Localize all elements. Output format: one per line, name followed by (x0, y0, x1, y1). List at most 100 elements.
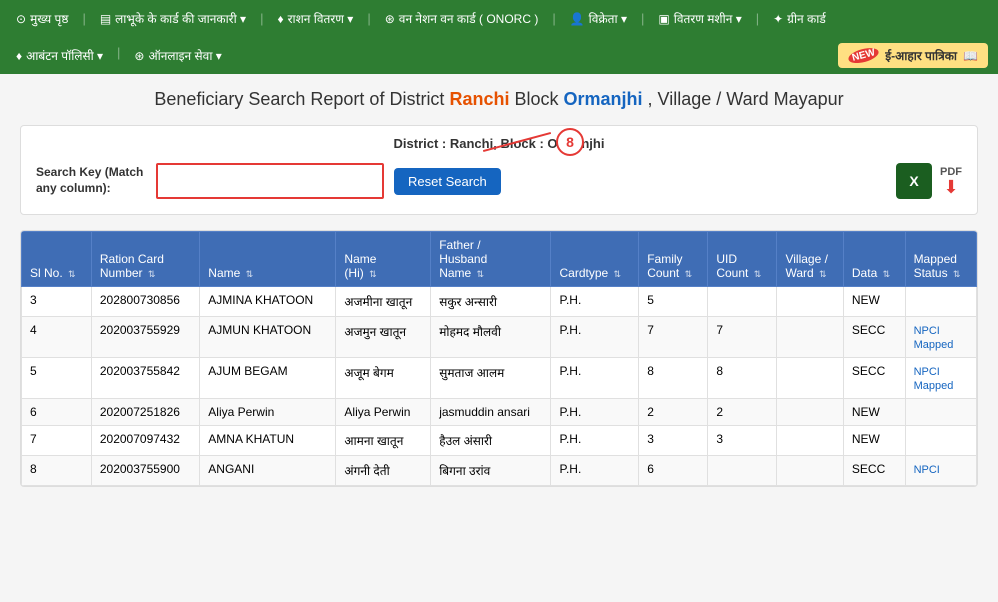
excel-export-button[interactable]: X (896, 163, 932, 199)
cell-name: AJMINA KHATOON (200, 287, 336, 317)
sort-icon[interactable]: ⇅ (754, 269, 762, 280)
cell-family_count: 3 (639, 426, 708, 456)
sort-icon[interactable]: ⇅ (819, 269, 827, 280)
cell-father_name: सुमताज आलम (431, 358, 551, 399)
sort-icon[interactable]: ⇅ (685, 269, 693, 280)
cell-village (777, 317, 843, 358)
cell-uid_count: 2 (708, 399, 777, 426)
col-village: Village /Ward ⇅ (777, 232, 843, 287)
card-icon: ▤ (100, 12, 111, 26)
cell-family_count: 6 (639, 456, 708, 486)
data-table: Sl No. ⇅ Ration CardNumber ⇅ Name ⇅ Name… (21, 231, 977, 486)
nav-ration[interactable]: ♦ राशन वितरण ▾ (271, 8, 359, 29)
sort-icon[interactable]: ⇅ (148, 269, 156, 280)
book-icon: 📖 (963, 49, 978, 63)
cell-village (777, 399, 843, 426)
table-row[interactable]: 6202007251826Aliya PerwinAliya Perwinjas… (22, 399, 977, 426)
table-row[interactable]: 4202003755929AJMUN KHATOONअजमुन खातूनमोह… (22, 317, 977, 358)
table-row[interactable]: 7202007097432AMNA KHATUNआमना खातूनहैउल अ… (22, 426, 977, 456)
cell-name: AMNA KHATUN (200, 426, 336, 456)
annotation-area: 8 (482, 128, 584, 156)
cell-father_name: सकुर अन्सारी (431, 287, 551, 317)
page-title: Beneficiary Search Report of District Ra… (20, 89, 978, 110)
cell-data: SECC (843, 317, 905, 358)
nav-separator: | (552, 11, 555, 26)
cell-father_name: मोहमद मौलवी (431, 317, 551, 358)
nav-card-info[interactable]: ▤ लाभूके के कार्ड की जानकारी ▾ (94, 8, 252, 29)
nav-separator: | (117, 45, 120, 66)
district-name: Ranchi (449, 89, 509, 109)
cell-data: SECC (843, 358, 905, 399)
cell-family_count: 5 (639, 287, 708, 317)
cell-name: AJUM BEGAM (200, 358, 336, 399)
col-mapped-status: MappedStatus ⇅ (905, 232, 976, 287)
cell-village (777, 358, 843, 399)
cell-data: NEW (843, 287, 905, 317)
col-father-name: Father /HusbandName ⇅ (431, 232, 551, 287)
col-family-count: FamilyCount ⇅ (639, 232, 708, 287)
npci-mapped-badge: NPCIMapped (914, 366, 954, 392)
cell-mapped_status: NPCIMapped (905, 317, 976, 358)
sort-icon[interactable]: ⇅ (246, 269, 254, 280)
search-input[interactable] (160, 167, 380, 195)
cell-name_hi: Aliya Perwin (336, 399, 431, 426)
cell-mapped_status (905, 399, 976, 426)
pdf-export-button[interactable]: PDF ⬇ (940, 166, 962, 196)
eaahar-button[interactable]: NEW ई-आहार पात्रिका 📖 (838, 43, 988, 68)
eaahar-label: ई-आहार पात्रिका (885, 47, 957, 64)
cell-name_hi: अजमीना खातून (336, 287, 431, 317)
cell-name_hi: अजूम बेगम (336, 358, 431, 399)
col-ration-card: Ration CardNumber ⇅ (91, 232, 199, 287)
cell-sl_no: 5 (22, 358, 92, 399)
cell-cardtype: P.H. (551, 317, 639, 358)
machine-icon: ▣ (658, 12, 669, 26)
nav-online[interactable]: ⊛ ऑनलाइन सेवा ▾ (128, 45, 227, 66)
search-input-wrapper (156, 163, 384, 199)
reset-search-button[interactable]: Reset Search (394, 168, 501, 195)
cell-family_count: 8 (639, 358, 708, 399)
cell-uid_count: 3 (708, 426, 777, 456)
nav-machine[interactable]: ▣ वितरण मशीन ▾ (652, 8, 747, 29)
cell-sl_no: 6 (22, 399, 92, 426)
annotation-circle: 8 (556, 128, 584, 156)
village-name: Mayapur (774, 89, 844, 109)
sort-icon[interactable]: ⇅ (953, 269, 961, 280)
cell-ration_card: 202007251826 (91, 399, 199, 426)
nav-home[interactable]: ⊙ मुख्य पृष्ठ (10, 8, 74, 29)
nav-separator: | (641, 11, 644, 26)
nav-policy[interactable]: ♦ आबंटन पॉलिसी ▾ (10, 45, 109, 66)
cell-name_hi: अंगनी देती (336, 456, 431, 486)
table-row[interactable]: 3202800730856AJMINA KHATOONअजमीना खातूनस… (22, 287, 977, 317)
nav-separator: | (82, 11, 85, 26)
cell-cardtype: P.H. (551, 456, 639, 486)
cell-family_count: 2 (639, 399, 708, 426)
sort-icon[interactable]: ⇅ (614, 269, 622, 280)
cell-sl_no: 3 (22, 287, 92, 317)
nav-seller[interactable]: 👤 विक्रेता ▾ (564, 8, 633, 29)
cell-cardtype: P.H. (551, 399, 639, 426)
cell-name_hi: आमना खातून (336, 426, 431, 456)
table-row[interactable]: 8202003755900ANGANIअंगनी देतीबिगना उरांव… (22, 456, 977, 486)
cell-name: Aliya Perwin (200, 399, 336, 426)
sort-icon[interactable]: ⇅ (477, 269, 485, 280)
block-name: Ormanjhi (564, 89, 643, 109)
sort-icon[interactable]: ⇅ (68, 269, 76, 280)
data-table-container: Sl No. ⇅ Ration CardNumber ⇅ Name ⇅ Name… (20, 230, 978, 487)
cell-cardtype: P.H. (551, 287, 639, 317)
nav-separator: | (260, 11, 263, 26)
cell-mapped_status (905, 426, 976, 456)
sort-icon[interactable]: ⇅ (369, 269, 377, 280)
cell-mapped_status (905, 287, 976, 317)
table-row[interactable]: 5202003755842AJUM BEGAMअजूम बेगमसुमताज आ… (22, 358, 977, 399)
cell-name: AJMUN KHATOON (200, 317, 336, 358)
nav-onorc[interactable]: ⊛ वन नेशन वन कार्ड ( ONORC ) (379, 8, 545, 29)
cell-uid_count (708, 456, 777, 486)
cell-ration_card: 202003755900 (91, 456, 199, 486)
cell-data: NEW (843, 399, 905, 426)
cell-ration_card: 202003755842 (91, 358, 199, 399)
sort-icon[interactable]: ⇅ (883, 269, 891, 280)
cell-family_count: 7 (639, 317, 708, 358)
nav-green-card[interactable]: ✦ ग्रीन कार्ड (767, 8, 832, 29)
cell-name_hi: अजमुन खातून (336, 317, 431, 358)
cell-ration_card: 202800730856 (91, 287, 199, 317)
